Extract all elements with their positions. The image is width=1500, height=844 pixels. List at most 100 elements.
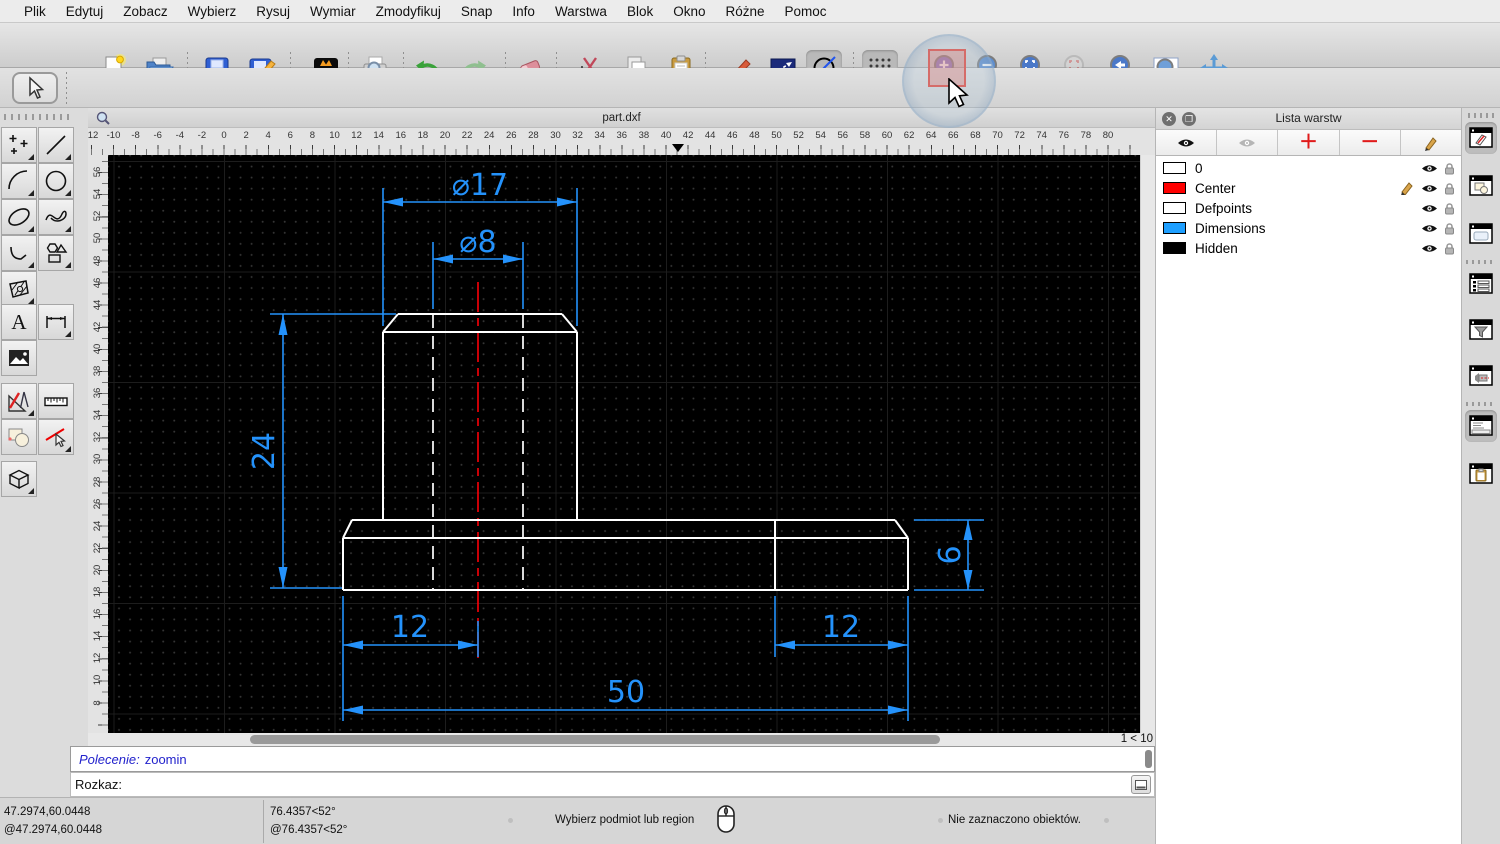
circle-tool-button[interactable] xyxy=(38,163,74,199)
ruler-label: 64 xyxy=(925,130,937,141)
filter-window-icon xyxy=(1469,319,1493,340)
layer-row-defpoints[interactable]: Defpoints xyxy=(1156,198,1461,218)
menu-item-plik[interactable]: Plik xyxy=(14,4,56,19)
statusbar-dot xyxy=(1104,818,1109,823)
menu-item-edytuj[interactable]: Edytuj xyxy=(56,4,114,19)
ruler-label: 34 xyxy=(594,130,605,141)
layer-row-center[interactable]: Center xyxy=(1156,178,1461,198)
menu-item-blok[interactable]: Blok xyxy=(617,4,663,19)
dimension-tool-button[interactable] xyxy=(38,304,74,340)
document-titlebar[interactable]: part.dxf xyxy=(88,108,1155,128)
dock-separator xyxy=(1466,260,1496,264)
layer-edit-icon[interactable] xyxy=(1400,181,1415,195)
clipboard-dock-toggle[interactable] xyxy=(1465,458,1497,490)
ruler-label: 58 xyxy=(88,155,107,160)
menu-item-pomoc[interactable]: Pomoc xyxy=(775,4,837,19)
layer-row-hidden[interactable]: Hidden xyxy=(1156,238,1461,258)
ruler-label: 36 xyxy=(616,130,628,141)
polyline-tool-button[interactable] xyxy=(1,235,37,271)
entity-list-toggle[interactable] xyxy=(1465,268,1497,300)
spline-tool-button[interactable] xyxy=(38,199,74,235)
menu-item-zobacz[interactable]: Zobacz xyxy=(113,4,177,19)
points-tool-button[interactable] xyxy=(1,127,37,163)
tool-palette: A xyxy=(0,108,88,746)
ruler-label: 76 xyxy=(1058,130,1070,141)
layer-row-0[interactable]: 0 xyxy=(1156,158,1461,178)
command-input[interactable] xyxy=(127,774,1131,795)
ruler-label: 42 xyxy=(91,321,103,333)
select-tool-button[interactable] xyxy=(12,72,58,104)
ruler-label: 46 xyxy=(727,130,738,141)
order-tool-button[interactable] xyxy=(1,419,37,455)
drawing-area: part.dxf -12-10-8-6-4-202468101214161820… xyxy=(88,108,1155,746)
solid-tool-button[interactable] xyxy=(1,461,37,497)
text-tool-button[interactable]: A xyxy=(1,304,37,340)
modify-tool-button[interactable] xyxy=(1,383,37,419)
add-layer-button[interactable]: ＋ xyxy=(1278,130,1340,155)
layer-lock-icon[interactable] xyxy=(1444,162,1455,175)
menu-item-okno[interactable]: Okno xyxy=(663,4,715,19)
menu-item-info[interactable]: Info xyxy=(502,4,545,19)
horizontal-scrollbar[interactable]: 1 < 10 xyxy=(88,733,1155,746)
layer-visibility-icon[interactable] xyxy=(1421,243,1438,254)
layer-color-swatch xyxy=(1163,242,1186,254)
scrollbar-thumb[interactable] xyxy=(250,735,940,744)
submenu-arrow xyxy=(65,190,71,196)
vertical-scrollbar[interactable] xyxy=(1140,155,1155,733)
arc-tool-button[interactable] xyxy=(1,163,37,199)
show-all-layers-button[interactable] xyxy=(1156,130,1218,155)
layer-visibility-icon[interactable] xyxy=(1421,163,1438,174)
part-outline xyxy=(342,313,909,591)
submenu-arrow xyxy=(28,488,34,494)
ruler-label: 16 xyxy=(395,130,407,141)
ellipse-tool-button[interactable] xyxy=(1,199,37,235)
layer-icons xyxy=(1421,222,1455,235)
hatch-tool-button[interactable] xyxy=(1,271,37,307)
dock-handle[interactable] xyxy=(1468,113,1494,118)
layer-visibility-icon[interactable] xyxy=(1421,183,1438,194)
block-list-toggle[interactable] xyxy=(1465,170,1497,202)
edit-layer-button[interactable] xyxy=(1400,130,1462,155)
hide-all-layers-button[interactable] xyxy=(1217,130,1279,155)
panel-header: ✕ ❐ Lista warstw xyxy=(1156,108,1461,130)
layer-visibility-icon[interactable] xyxy=(1421,203,1438,214)
menu-item-wybierz[interactable]: Wybierz xyxy=(178,4,247,19)
layer-lock-icon[interactable] xyxy=(1444,242,1455,255)
menu-item-wymiar[interactable]: Wymiar xyxy=(300,4,366,19)
ruler-label: -10 xyxy=(106,130,121,141)
eye-closed-icon xyxy=(1239,139,1256,146)
command-widget-toggle[interactable] xyxy=(1465,410,1497,442)
layer-color-swatch xyxy=(1163,222,1186,234)
menu-item-warstwa[interactable]: Warstwa xyxy=(545,4,617,19)
eye-icon xyxy=(1178,139,1195,146)
measure-tool-button[interactable] xyxy=(38,383,74,419)
layer-visibility-icon[interactable] xyxy=(1421,223,1438,234)
menu-item-rne[interactable]: Różne xyxy=(716,4,775,19)
plugin-toggle[interactable] xyxy=(1465,360,1497,392)
layer-lock-icon[interactable] xyxy=(1444,202,1455,215)
select-entity-tool-button[interactable] xyxy=(38,419,74,455)
command-options-button[interactable] xyxy=(1131,775,1151,794)
layer-list-toggle[interactable] xyxy=(1465,122,1497,154)
image-tool-button[interactable] xyxy=(1,340,37,376)
palette-handle[interactable] xyxy=(4,114,70,120)
menu-item-snap[interactable]: Snap xyxy=(451,4,503,19)
command-scrollbar[interactable] xyxy=(1145,750,1152,768)
dimension-texts: ⌀17 ⌀8 24 12 12 50 6 xyxy=(247,168,968,710)
polygon-tool-button[interactable] xyxy=(38,235,74,271)
library-browser-toggle[interactable] xyxy=(1465,218,1497,250)
layer-lock-icon[interactable] xyxy=(1444,222,1455,235)
toolbar-separator xyxy=(66,72,67,104)
filter-toggle[interactable] xyxy=(1465,314,1497,346)
selection-status: Nie zaznaczono obiektów. xyxy=(948,814,1081,826)
menu-item-rysuj[interactable]: Rysuj xyxy=(246,4,300,19)
layer-color-swatch xyxy=(1163,202,1186,214)
menu-item-zmodyfikuj[interactable]: Zmodyfikuj xyxy=(366,4,451,19)
drawing-canvas[interactable]: ⌀17 ⌀8 24 12 12 50 6 xyxy=(108,155,1140,733)
ruler-label: 12 xyxy=(351,130,362,141)
layer-row-dimensions[interactable]: Dimensions xyxy=(1156,218,1461,238)
layer-lock-icon[interactable] xyxy=(1444,182,1455,195)
line-tool-button[interactable] xyxy=(38,127,74,163)
list-window-icon xyxy=(1469,273,1493,294)
remove-layer-button[interactable]: － xyxy=(1339,130,1401,155)
